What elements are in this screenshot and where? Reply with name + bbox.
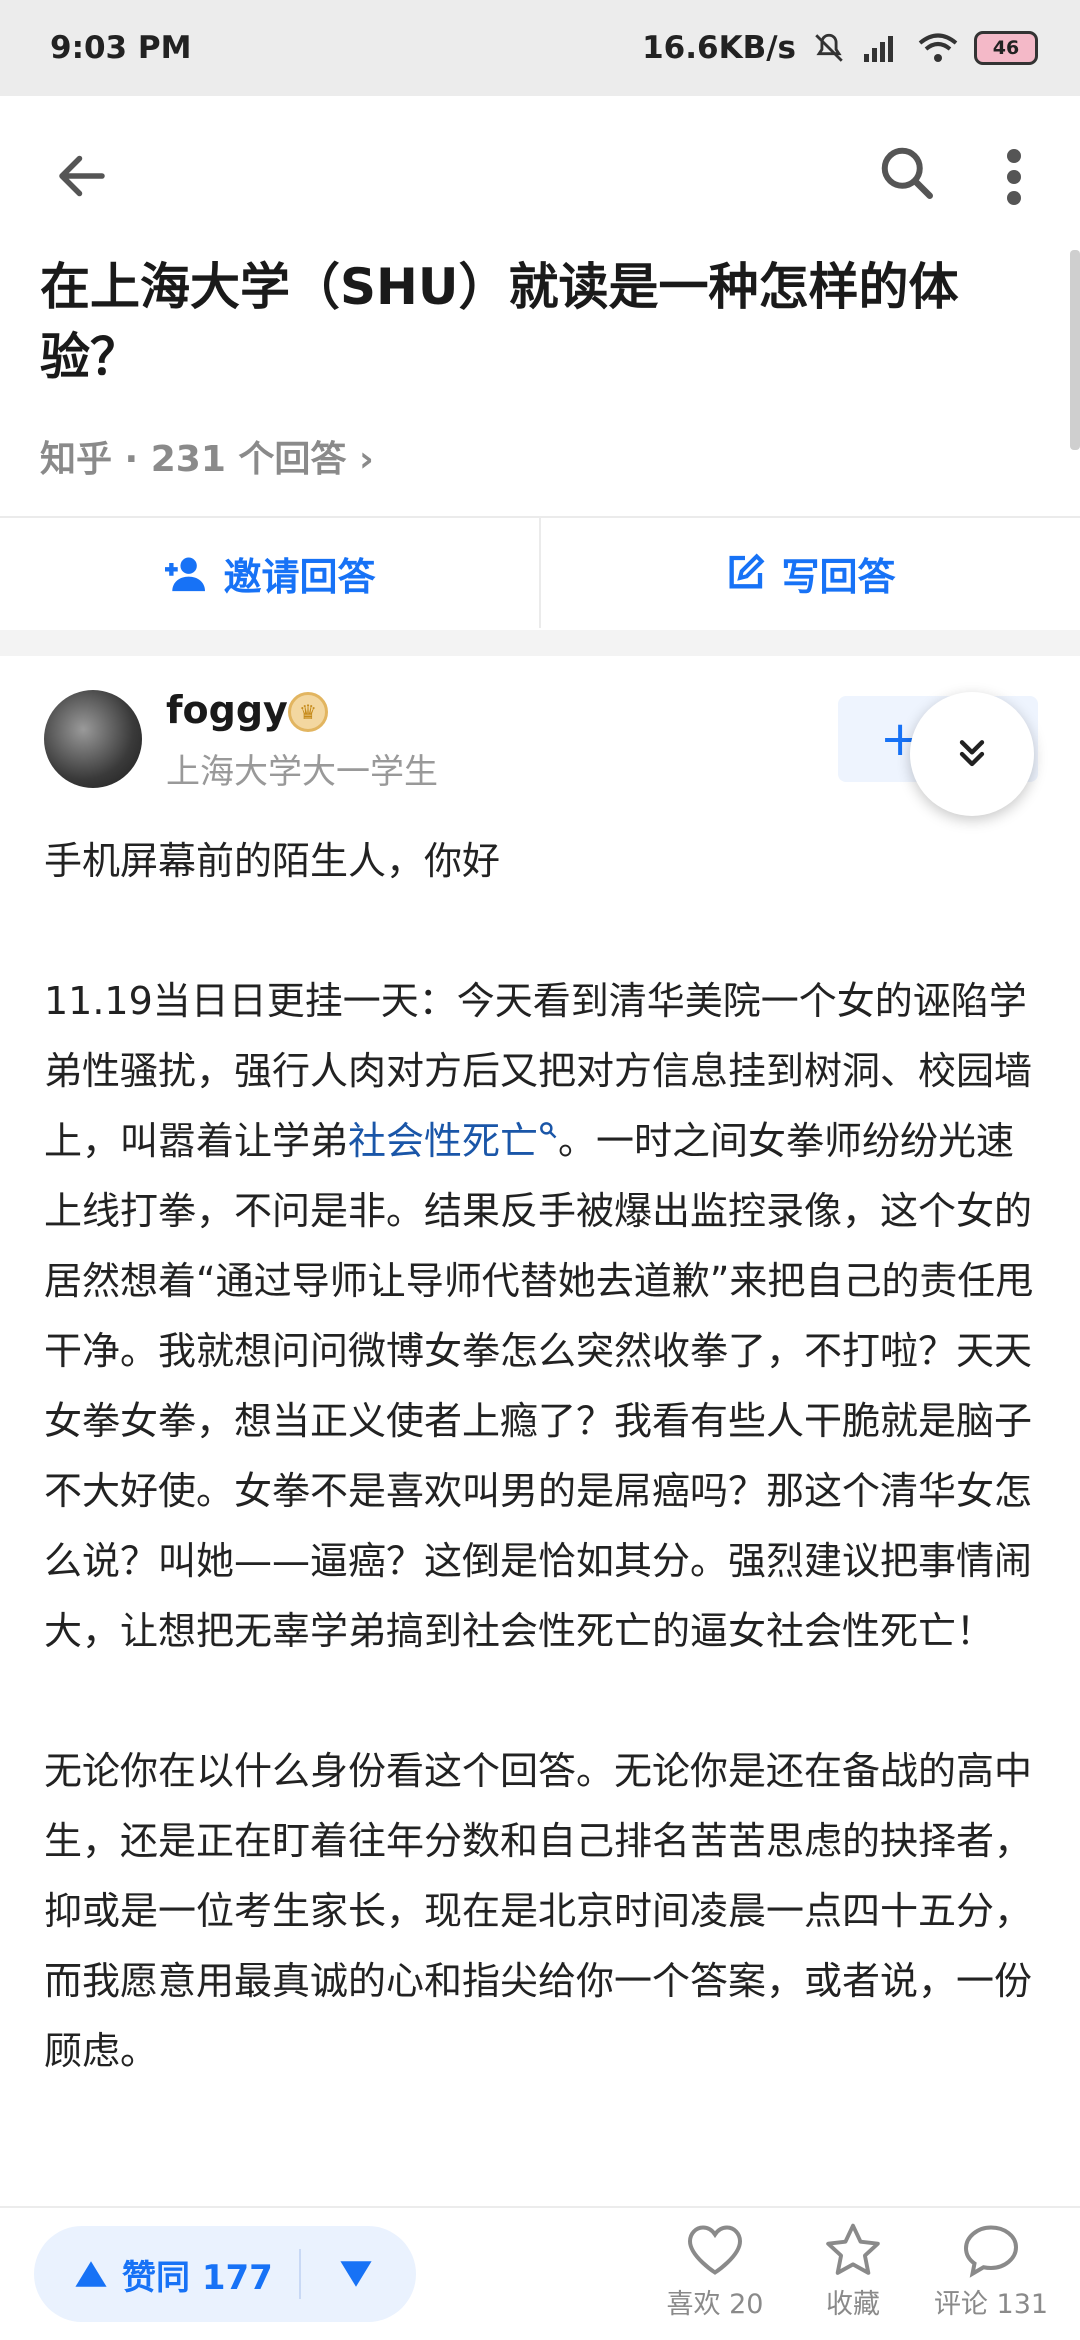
answer-text: 。一时之间女拳师纷纷光速上线打拳，不问是非。结果反手被爆出监控录像，这个女的居然… (44, 1119, 1034, 1653)
answer-paragraph: 无论你在以什么身份看这个回答。无论你是还在备战的高中生，还是正在盯着往年分数和自… (44, 1749, 1033, 2073)
upvote-button[interactable]: 赞同 177 (34, 2250, 273, 2299)
triangle-up-icon (75, 2261, 107, 2287)
app-bar (0, 96, 1080, 248)
back-arrow-icon[interactable] (52, 146, 112, 206)
crown-badge-icon: ♛ (288, 692, 328, 732)
heart-icon (687, 2225, 743, 2275)
search-link-label: 社会性死亡 (348, 1119, 539, 1163)
downvote-button[interactable] (339, 2259, 373, 2289)
question-meta[interactable]: 知乎 · 231 个回答 › (40, 430, 374, 482)
write-answer-label: 写回答 (781, 554, 896, 599)
star-icon (826, 2223, 880, 2275)
wifi-icon (918, 33, 958, 62)
status-icons: 16.6KB/s 46 (642, 30, 1038, 66)
invite-answer-button[interactable]: 邀请回答 (0, 518, 539, 628)
collect-label: 收藏 (826, 2289, 880, 2320)
answer-paragraph: 11.19当日日更挂一天：今天看到清华美院一个女的诬陷学弟性骚扰，强行人肉对方后… (44, 966, 1044, 1666)
collect-button[interactable]: 收藏 (788, 2222, 918, 2321)
battery-icon: 46 (974, 31, 1038, 65)
more-vertical-icon[interactable] (994, 142, 1034, 212)
double-chevron-down-icon (959, 740, 985, 767)
signal-icon (864, 36, 893, 62)
answer-paragraph: 手机屏幕前的陌生人，你好 (44, 839, 501, 883)
question-actions: 邀请回答 写回答 (0, 518, 1080, 628)
question-title[interactable]: 在上海大学（SHU）就读是一种怎样的体验？ (40, 252, 1040, 392)
add-person-icon (165, 557, 206, 592)
invite-answer-label: 邀请回答 (223, 554, 376, 599)
like-button[interactable]: 喜欢 20 (650, 2222, 780, 2321)
answer-content[interactable]: 手机屏幕前的陌生人，你好 11.19当日日更挂一天：今天看到清华美院一个女的诬陷… (44, 826, 1044, 2156)
search-icon[interactable] (876, 142, 936, 202)
status-bar: 9:03 PM 16.6KB/s 46 (0, 0, 1080, 96)
net-speed: 16.6KB/s (642, 30, 796, 66)
vote-separator (298, 2249, 301, 2299)
comment-button[interactable]: 评论 131 (926, 2222, 1056, 2321)
section-gap (0, 630, 1080, 656)
search-small-icon (540, 1122, 557, 1139)
like-label: 喜欢 20 (666, 2289, 764, 2320)
comment-label: 评论 131 (933, 2289, 1049, 2320)
mute-bell-icon (815, 33, 843, 62)
author-description: 上海大学大一学生 (166, 752, 438, 792)
avatar[interactable] (44, 690, 142, 788)
search-link[interactable]: 社会性死亡 (348, 1119, 558, 1163)
scrollbar[interactable] (1070, 250, 1080, 450)
edit-icon (729, 553, 765, 589)
author-name[interactable]: foggy (166, 688, 288, 732)
collapse-button[interactable] (910, 692, 1034, 816)
upvote-label: 赞同 177 (122, 2257, 273, 2298)
vote-control: 赞同 177 (34, 2226, 416, 2322)
write-answer-button[interactable]: 写回答 (541, 518, 1080, 628)
comment-bubble-icon (963, 2225, 1019, 2278)
status-time: 9:03 PM (50, 30, 192, 66)
bottom-action-bar: 赞同 177 喜欢 20 收藏 评论 131 (0, 2206, 1080, 2340)
